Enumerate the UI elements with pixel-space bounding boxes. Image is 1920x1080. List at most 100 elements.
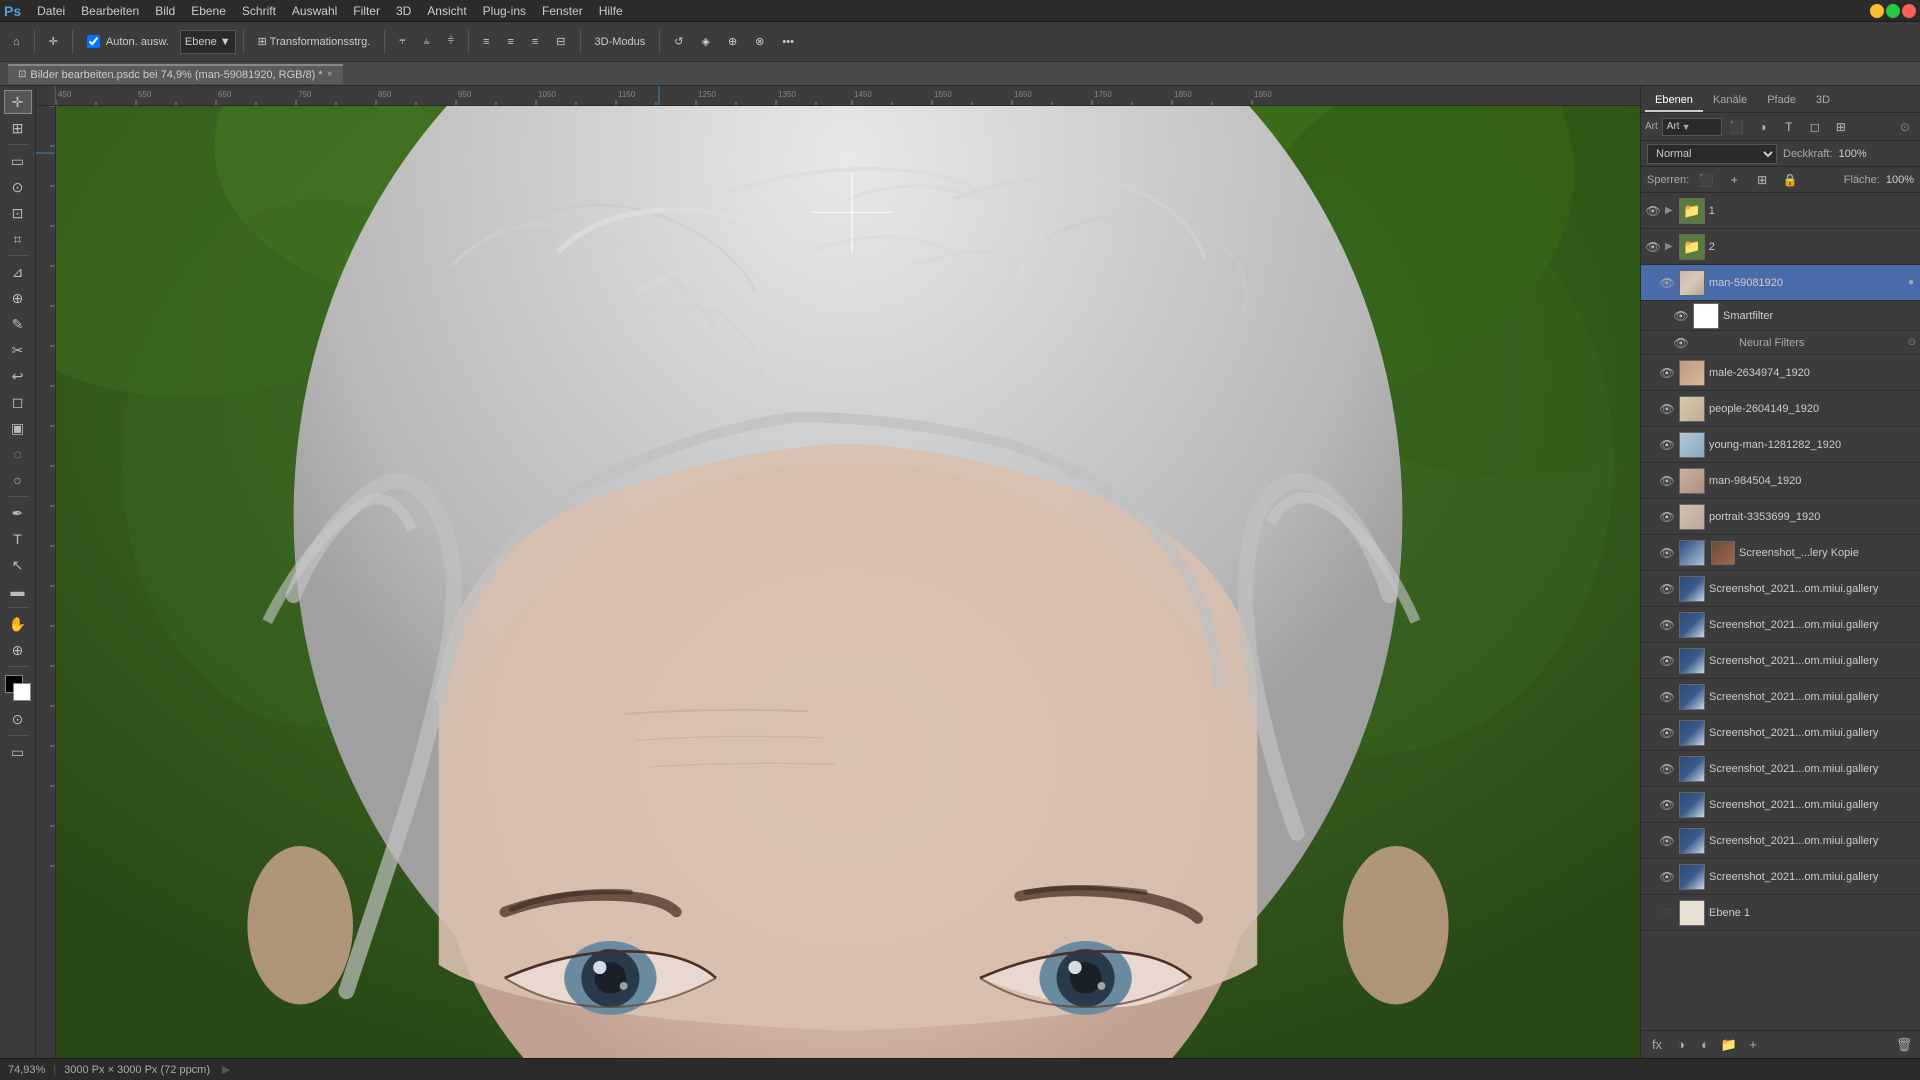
layer-vis-sc7[interactable]: 👁 — [1659, 797, 1675, 813]
pen-tool[interactable]: ✒ — [4, 501, 32, 525]
foreground-color-swatch[interactable] — [5, 675, 31, 701]
eraser-tool[interactable]: ◻ — [4, 390, 32, 414]
layer-vis-sc8[interactable]: 👁 — [1659, 833, 1675, 849]
layer-vis-group2[interactable]: 👁 — [1645, 239, 1661, 255]
align-left-button[interactable]: ⫧ — [392, 28, 412, 56]
menu-filter[interactable]: Filter — [345, 2, 388, 20]
layer-vis-male1[interactable]: 👁 — [1659, 365, 1675, 381]
layer-item-ebene1[interactable]: 👁 Ebene 1 — [1641, 895, 1920, 931]
home-button[interactable]: ⌂ — [6, 28, 27, 56]
menu-datei[interactable]: Datei — [29, 2, 73, 20]
menu-plugins[interactable]: Plug-ins — [475, 2, 534, 20]
artboard-tool[interactable]: ⊞ — [4, 116, 32, 140]
crop-tool[interactable]: ⌗ — [4, 227, 32, 251]
document-tab[interactable]: ⊡ Bilder bearbeiten.psdc bei 74,9% (man-… — [8, 64, 343, 84]
layer-item-man984[interactable]: 👁 man-984504_1920 — [1641, 463, 1920, 499]
layer-vis-group1[interactable]: 👁 — [1645, 203, 1661, 219]
spot-heal-tool[interactable]: ⊕ — [4, 286, 32, 310]
layer-item-group1[interactable]: 👁 ▶ 📁 1 — [1641, 193, 1920, 229]
eyedropper-tool[interactable]: ⊿ — [4, 260, 32, 284]
close-document-tab[interactable]: × — [327, 69, 333, 80]
brush-tool[interactable]: ✎ — [4, 312, 32, 336]
menu-3d[interactable]: 3D — [388, 2, 419, 20]
layer-vis-sc5[interactable]: 👁 — [1659, 725, 1675, 741]
type-filter-btn[interactable]: T — [1778, 117, 1800, 137]
expand-group1[interactable]: ▶ — [1665, 205, 1673, 216]
ebene-dropdown[interactable]: Ebene ▼ — [180, 30, 236, 54]
layer-vis-sc6[interactable]: 👁 — [1659, 761, 1675, 777]
layer-vis-youngman[interactable]: 👁 — [1659, 437, 1675, 453]
layer-item-male1[interactable]: 👁 male-2634974_1920 — [1641, 355, 1920, 391]
dodge-tool[interactable]: ○ — [4, 468, 32, 492]
menu-bild[interactable]: Bild — [147, 2, 183, 20]
layer-item-sc5[interactable]: 👁 Screenshot_2021...om.miui.gallery — [1641, 715, 1920, 751]
layer-item-man-main[interactable]: 👁 man-59081920 ● — [1641, 265, 1920, 301]
layer-vis-neural[interactable]: 👁 — [1673, 335, 1689, 351]
shape-filter-btn[interactable]: ◻ — [1804, 117, 1826, 137]
content-aware-button[interactable]: ⊕ — [721, 28, 744, 56]
layer-item-sc9[interactable]: 👁 Screenshot_2021...om.miui.gallery — [1641, 859, 1920, 895]
hand-tool[interactable]: ✋ — [4, 612, 32, 636]
kind-dropdown[interactable]: Art ▼ — [1662, 118, 1722, 136]
rotate-button[interactable]: ↺ — [667, 28, 690, 56]
layer-vis-man-main[interactable]: 👁 — [1659, 275, 1675, 291]
layer-item-sc2[interactable]: 👁 Screenshot_2021...om.miui.gallery — [1641, 607, 1920, 643]
tab-3d[interactable]: 3D — [1806, 90, 1840, 112]
history-brush-tool[interactable]: ↩ — [4, 364, 32, 388]
layer-item-people1[interactable]: 👁 people-2604149_1920 — [1641, 391, 1920, 427]
lasso-tool[interactable]: ⊙ — [4, 175, 32, 199]
layer-vis-sc9[interactable]: 👁 — [1659, 869, 1675, 885]
add-mask-button[interactable]: ◑ — [1671, 1035, 1691, 1055]
layer-item-screenshot-kopie[interactable]: 👁 Screenshot_...lery Kopie — [1641, 535, 1920, 571]
align-right-button[interactable]: ⫩ — [441, 28, 461, 56]
layer-item-neural[interactable]: 👁 Neural Filters ⊙ — [1641, 331, 1920, 355]
lock-all-btn[interactable]: 🔒 — [1779, 170, 1801, 190]
more-options-button[interactable]: ••• — [775, 28, 801, 56]
add-group-button[interactable]: 📁 — [1719, 1035, 1739, 1055]
expand-group2[interactable]: ▶ — [1665, 241, 1673, 252]
layer-vis-smartfilter[interactable]: 👁 — [1673, 308, 1689, 324]
auto-select-checkbox[interactable] — [87, 35, 100, 48]
layer-vis-portrait[interactable]: 👁 — [1659, 509, 1675, 525]
menu-fenster[interactable]: Fenster — [534, 2, 591, 20]
add-adjustment-button[interactable]: ◐ — [1695, 1035, 1715, 1055]
layer-vis-sc1[interactable]: 👁 — [1659, 581, 1675, 597]
shape-tool[interactable]: ▬ — [4, 579, 32, 603]
move-tool-button[interactable]: ✛ — [42, 28, 65, 56]
layer-item-sc7[interactable]: 👁 Screenshot_2021...om.miui.gallery — [1641, 787, 1920, 823]
gradient-tool[interactable]: ▣ — [4, 416, 32, 440]
menu-bearbeiten[interactable]: Bearbeiten — [73, 2, 147, 20]
layer-fx-button[interactable]: fx — [1647, 1035, 1667, 1055]
adj-filter-btn[interactable]: ◑ — [1752, 117, 1774, 137]
lock-artboard-btn[interactable]: ⊞ — [1751, 170, 1773, 190]
layer-item-group2[interactable]: 👁 ▶ 📁 2 — [1641, 229, 1920, 265]
move-tool[interactable]: ✛ — [4, 90, 32, 114]
layer-vis-people1[interactable]: 👁 — [1659, 401, 1675, 417]
layer-item-sc8[interactable]: 👁 Screenshot_2021...om.miui.gallery — [1641, 823, 1920, 859]
zoom-tool[interactable]: ⊕ — [4, 638, 32, 662]
change-screen-mode-button[interactable]: ▭ — [4, 740, 32, 764]
blur-tool[interactable]: ◌ — [4, 442, 32, 466]
path-select-tool[interactable]: ↖ — [4, 553, 32, 577]
layer-vis-man984[interactable]: 👁 — [1659, 473, 1675, 489]
smart-filter-btn[interactable]: ⊞ — [1830, 117, 1852, 137]
delete-layer-button[interactable]: 🗑 — [1894, 1035, 1914, 1055]
layer-vis-ebene1[interactable]: 👁 — [1659, 905, 1675, 921]
layer-item-youngman[interactable]: 👁 young-man-1281282_1920 — [1641, 427, 1920, 463]
close-button[interactable] — [1902, 4, 1916, 18]
transform-button[interactable]: ⊞ Transformationsstrg. — [251, 28, 378, 56]
type-tool[interactable]: T — [4, 527, 32, 551]
marquee-tool[interactable]: ▭ — [4, 149, 32, 173]
menu-hilfe[interactable]: Hilfe — [591, 2, 631, 20]
layer-item-sc6[interactable]: 👁 Screenshot_2021...om.miui.gallery — [1641, 751, 1920, 787]
layer-item-smartfilter[interactable]: 👁 Smartfilter — [1641, 301, 1920, 331]
puppet-warp-button[interactable]: ⊗ — [748, 28, 771, 56]
filter-toggle-btn[interactable]: ⊙ — [1894, 117, 1916, 137]
object-select-tool[interactable]: ⊡ — [4, 201, 32, 225]
tab-kanale[interactable]: Kanäle — [1703, 90, 1757, 112]
canvas[interactable] — [56, 106, 1640, 1058]
lock-position-btn[interactable]: + — [1723, 170, 1745, 190]
distribute-top-button[interactable]: ≡ — [476, 28, 496, 56]
minimize-button[interactable] — [1870, 4, 1884, 18]
3d-mode-button[interactable]: 3D-Modus — [588, 28, 653, 56]
